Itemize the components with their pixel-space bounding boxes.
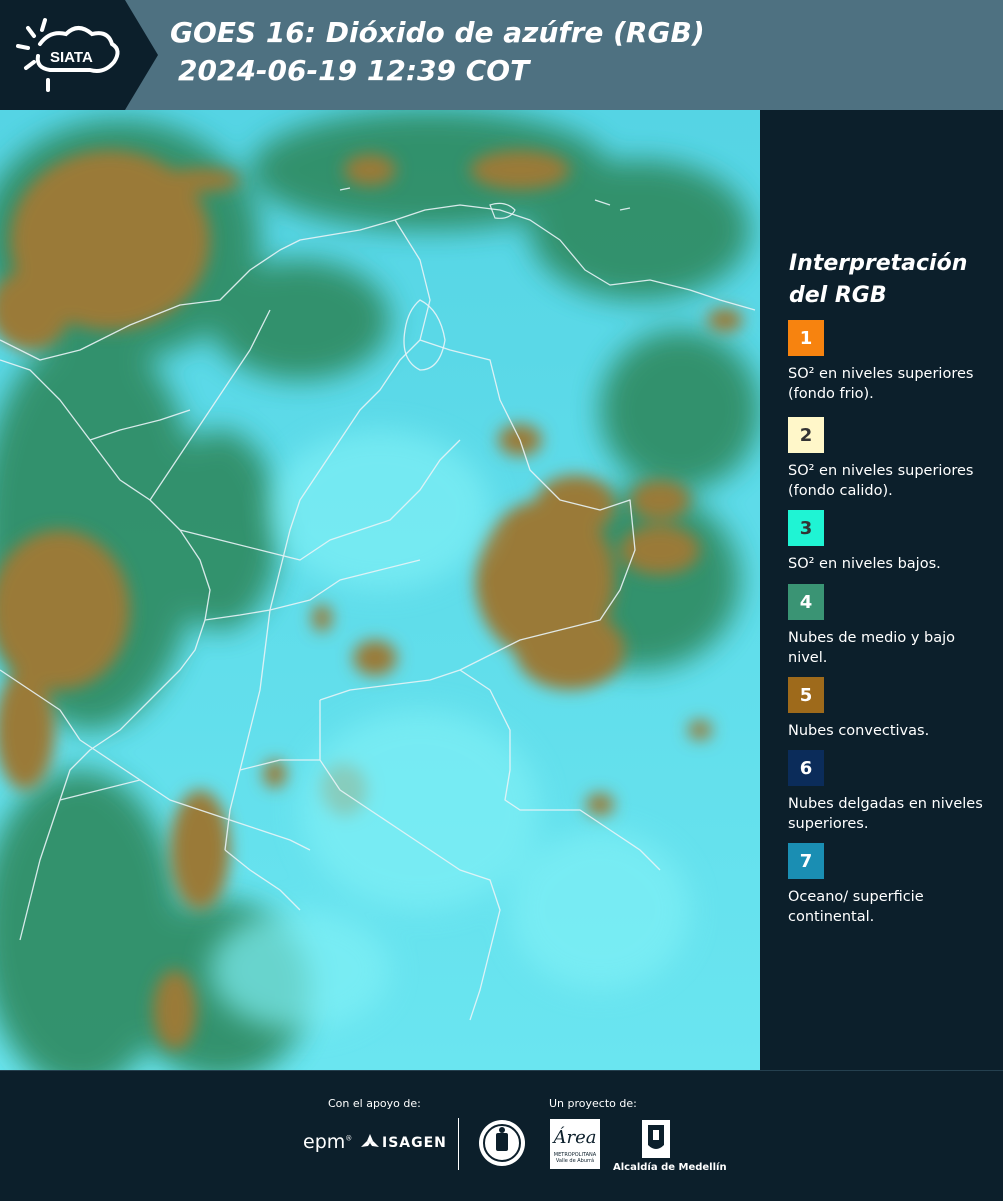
legend-text-3: SO² en niveles bajos.: [788, 556, 941, 572]
epm-logo: epm®: [303, 1131, 353, 1153]
legend-item-7: 7 Oceano/ superficie continental.: [788, 843, 988, 927]
header-bar: SIATA GOES 16: Dióxido de azúfre (RGB) 2…: [0, 0, 1003, 110]
legend-swatch-4: 4: [788, 584, 824, 620]
support-label: Con el apoyo de:: [328, 1097, 421, 1110]
siata-logo: SIATA: [0, 0, 158, 110]
legend-text-7: Oceano/ superficie continental.: [788, 889, 924, 925]
footer: Con el apoyo de: Un proyecto de: epm® IS…: [0, 1070, 1003, 1201]
legend-item-5: 5 Nubes convectivas.: [788, 677, 988, 741]
legend-item-6: 6 Nubes delgadas en niveles superiores.: [788, 750, 988, 834]
alcaldia-label: Alcaldía de Medellín: [613, 1162, 727, 1173]
legend-item-3: 3 SO² en niveles bajos.: [788, 510, 988, 574]
legend-title-line2: del RGB: [789, 283, 887, 308]
project-label: Un proyecto de:: [549, 1097, 637, 1110]
legend-swatch-2: 2: [788, 417, 824, 453]
legend-swatch-1: 1: [788, 320, 824, 356]
siata-logo-text: SIATA: [50, 49, 93, 66]
title-product: GOES 16: Dióxido de azúfre (RGB): [170, 16, 705, 49]
legend-swatch-5: 5: [788, 677, 824, 713]
legend-text-6: Nubes delgadas en niveles superiores.: [788, 796, 983, 832]
isagen-logo: ISAGEN: [382, 1135, 447, 1151]
legend-item-2: 2 SO² en niveles superiores (fondo calid…: [788, 417, 988, 501]
isagen-icon: [360, 1133, 380, 1157]
legend-swatch-3: 3: [788, 510, 824, 546]
legend-title: Interpretación del RGB: [789, 248, 989, 312]
legend-text-2: SO² en niveles superiores (fondo calido)…: [788, 463, 974, 499]
legend-text-4: Nubes de medio y bajo nivel.: [788, 630, 955, 666]
legend-swatch-6: 6: [788, 750, 824, 786]
page-title: GOES 16: Dióxido de azúfre (RGB) 2024-06…: [170, 14, 705, 90]
legend-panel: Interpretación del RGB 1 SO² en niveles …: [760, 110, 1003, 1070]
satellite-rgb-map: [0, 110, 760, 1070]
legend-item-4: 4 Nubes de medio y bajo nivel.: [788, 584, 988, 668]
title-timestamp: 2024-06-19 12:39 COT: [178, 54, 530, 87]
legend-item-1: 1 SO² en niveles superiores (fondo frio)…: [788, 320, 988, 404]
legend-swatch-7: 7: [788, 843, 824, 879]
footer-divider: [458, 1118, 459, 1170]
map-canvas: [0, 110, 760, 1070]
legend-text-1: SO² en niveles superiores (fondo frio).: [788, 366, 974, 402]
legend-title-line1: Interpretación: [789, 251, 968, 276]
legend-text-5: Nubes convectivas.: [788, 723, 930, 739]
university-seal-icon: [478, 1119, 526, 1171]
area-metropolitana-logo: Área METROPOLITANA Valle de Aburrá: [550, 1119, 600, 1169]
alcaldia-coat-of-arms-icon: [641, 1119, 671, 1163]
